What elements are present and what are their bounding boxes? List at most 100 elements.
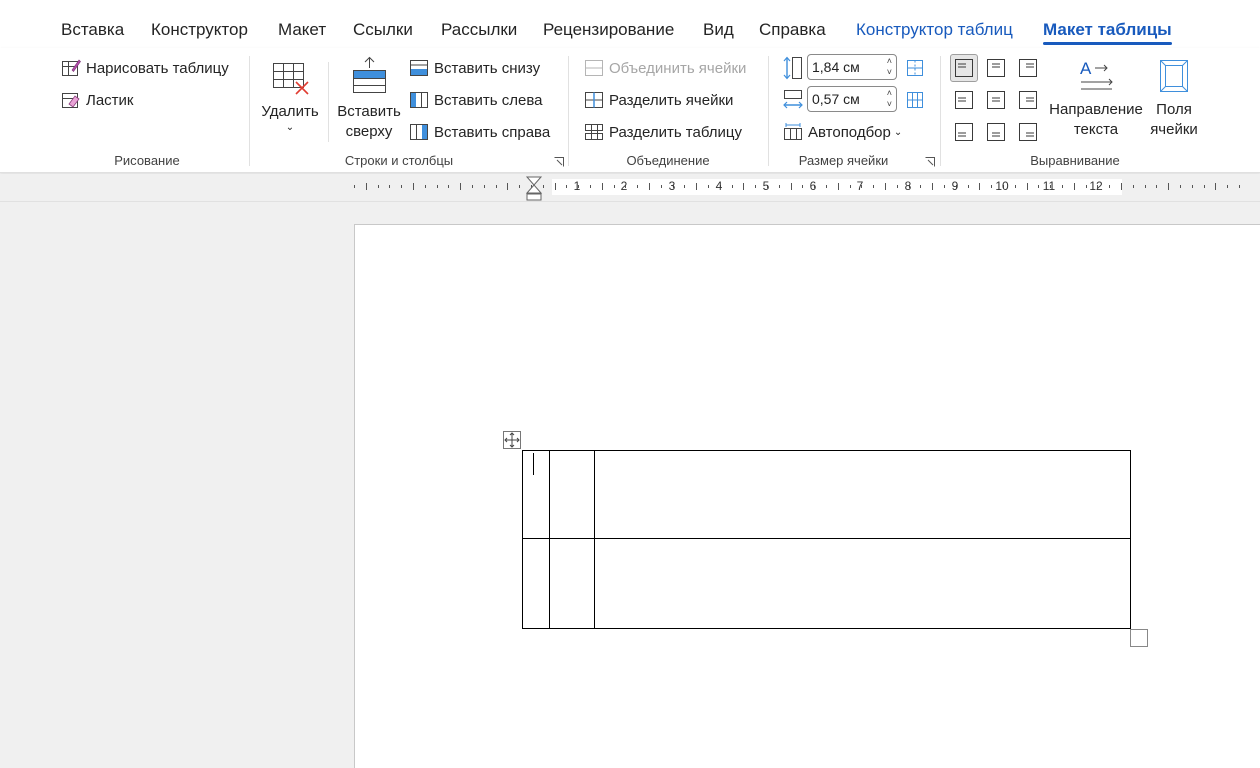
align-middle-left-icon (955, 91, 973, 109)
cell-margins-button[interactable]: Поля ячейки (1146, 58, 1202, 140)
insert-left-icon (409, 90, 429, 110)
align-top-center-button[interactable] (982, 54, 1010, 82)
delete-button[interactable]: Удалить ⌄ (260, 60, 320, 134)
align-bottom-right-button[interactable] (1014, 118, 1042, 146)
ruler-tick (1192, 185, 1193, 188)
ruler-number: 4 (715, 179, 723, 193)
insert-above-label-1: Вставить (337, 103, 401, 120)
document-page[interactable] (354, 224, 1260, 768)
text-direction-button[interactable]: A Направление текста (1046, 58, 1146, 140)
split-table-label: Разделить таблицу (609, 123, 742, 141)
insert-above-button[interactable]: Вставить сверху (336, 56, 402, 142)
align-bottom-left-icon (955, 123, 973, 141)
align-middle-right-button[interactable] (1014, 86, 1042, 114)
table-resize-handle[interactable] (1130, 629, 1148, 647)
table-cell[interactable] (522, 538, 550, 629)
tab-design[interactable]: Конструктор (151, 20, 248, 40)
tab-insert[interactable]: Вставка (61, 20, 124, 40)
table-move-handle[interactable] (503, 431, 521, 449)
align-bottom-left-button[interactable] (950, 118, 978, 146)
split-table-button[interactable]: Разделить таблицу (584, 122, 742, 142)
ruler-tick (850, 185, 851, 188)
ruler-tick (590, 185, 591, 188)
rows-columns-dialog-launcher-icon[interactable] (554, 154, 564, 167)
align-middle-center-button[interactable] (982, 86, 1010, 114)
table-row (522, 450, 1131, 539)
chevron-down-icon[interactable]: ˅ (887, 99, 892, 110)
tab-layout[interactable]: Макет (278, 20, 326, 40)
column-width-icon (783, 88, 803, 112)
align-middle-left-button[interactable] (950, 86, 978, 114)
group-label-cell-size: Размер ячейки (798, 153, 889, 168)
ruler-tick (413, 183, 414, 190)
merge-cells-button[interactable]: Объединить ячейки (584, 58, 746, 78)
chevron-up-icon[interactable]: ˄ (887, 56, 892, 67)
distribute-columns-icon (905, 90, 925, 114)
distribute-rows-button[interactable] (905, 58, 925, 82)
group-label-merge: Объединение (626, 153, 710, 168)
table-cell[interactable] (549, 450, 595, 539)
row-height-icon (783, 56, 803, 80)
ruler-tick (826, 185, 827, 188)
ruler-tick (366, 183, 367, 190)
text-cursor (533, 453, 534, 475)
ruler-tick (1156, 185, 1157, 188)
ruler-tick (472, 185, 473, 188)
tab-review[interactable]: Рецензирование (543, 20, 674, 40)
column-width-stepper[interactable]: ˄ ˅ (887, 88, 892, 110)
document-table[interactable] (522, 450, 1131, 629)
chevron-up-icon[interactable]: ˄ (887, 88, 892, 99)
ruler-tick (448, 185, 449, 188)
draw-table-button[interactable]: Нарисовать таблицу (61, 58, 229, 78)
column-width-value: 0,57 см (812, 91, 860, 107)
cell-size-dialog-launcher-icon[interactable] (925, 154, 935, 167)
eraser-button[interactable]: Ластик (61, 90, 134, 110)
insert-left-button[interactable]: Вставить слева (409, 90, 543, 110)
split-cells-button[interactable]: Разделить ячейки (584, 90, 733, 110)
ruler-tick (1215, 183, 1216, 190)
draw-table-icon (61, 58, 81, 78)
table-cell[interactable] (522, 450, 550, 539)
tab-view[interactable]: Вид (703, 20, 734, 40)
insert-above-icon (349, 56, 389, 102)
distribute-columns-button[interactable] (905, 90, 925, 114)
group-label-rows-columns: Строки и столбцы (344, 153, 454, 168)
chevron-down-icon[interactable]: ˅ (887, 67, 892, 78)
insert-right-button[interactable]: Вставить справа (409, 122, 550, 142)
autofit-button[interactable]: Автоподбор ⌄ (783, 122, 902, 142)
horizontal-ruler[interactable]: 1 2 3 4 5 6 7 8 9 10 11 12 (0, 174, 1260, 202)
tab-references[interactable]: Ссылки (353, 20, 413, 40)
align-top-right-button[interactable] (1014, 54, 1042, 82)
ruler-tick (885, 183, 886, 190)
tab-table-layout[interactable]: Макет таблицы (1043, 20, 1172, 45)
tab-table-design[interactable]: Конструктор таблиц (856, 20, 1013, 40)
row-height-value: 1,84 см (812, 59, 860, 75)
tab-mailings[interactable]: Рассылки (441, 20, 517, 40)
ruler-tick (932, 183, 933, 190)
first-line-indent-marker[interactable] (525, 176, 543, 207)
text-direction-label-2: текста (1073, 121, 1119, 138)
insert-below-button[interactable]: Вставить снизу (409, 58, 540, 78)
ribbon-tabbar: Вставка Конструктор Макет Ссылки Рассылк… (0, 0, 1260, 48)
table-cell[interactable] (594, 450, 1131, 539)
ruler-tick (543, 185, 544, 188)
ruler-number: 12 (1089, 179, 1103, 193)
insert-above-label-2: сверху (345, 123, 393, 140)
ribbon-panel: Нарисовать таблицу Ластик Рисование Удал… (0, 48, 1260, 173)
align-top-right-icon (1019, 59, 1037, 77)
align-top-left-button[interactable] (950, 54, 978, 82)
align-middle-center-icon (987, 91, 1005, 109)
ruler-tick (696, 183, 697, 190)
table-cell[interactable] (549, 538, 595, 629)
row-height-field[interactable]: 1,84 см ˄ ˅ (807, 54, 897, 80)
merge-cells-icon (584, 58, 604, 78)
row-height-stepper[interactable]: ˄ ˅ (887, 56, 892, 78)
column-width-field[interactable]: 0,57 см ˄ ˅ (807, 86, 897, 112)
ruler-tick (1015, 185, 1016, 188)
ruler-tick (979, 183, 980, 190)
table-cell[interactable] (594, 538, 1131, 629)
tab-help[interactable]: Справка (759, 20, 826, 40)
ruler-tick (779, 185, 780, 188)
align-bottom-center-button[interactable] (982, 118, 1010, 146)
ruler-tick (507, 183, 508, 190)
